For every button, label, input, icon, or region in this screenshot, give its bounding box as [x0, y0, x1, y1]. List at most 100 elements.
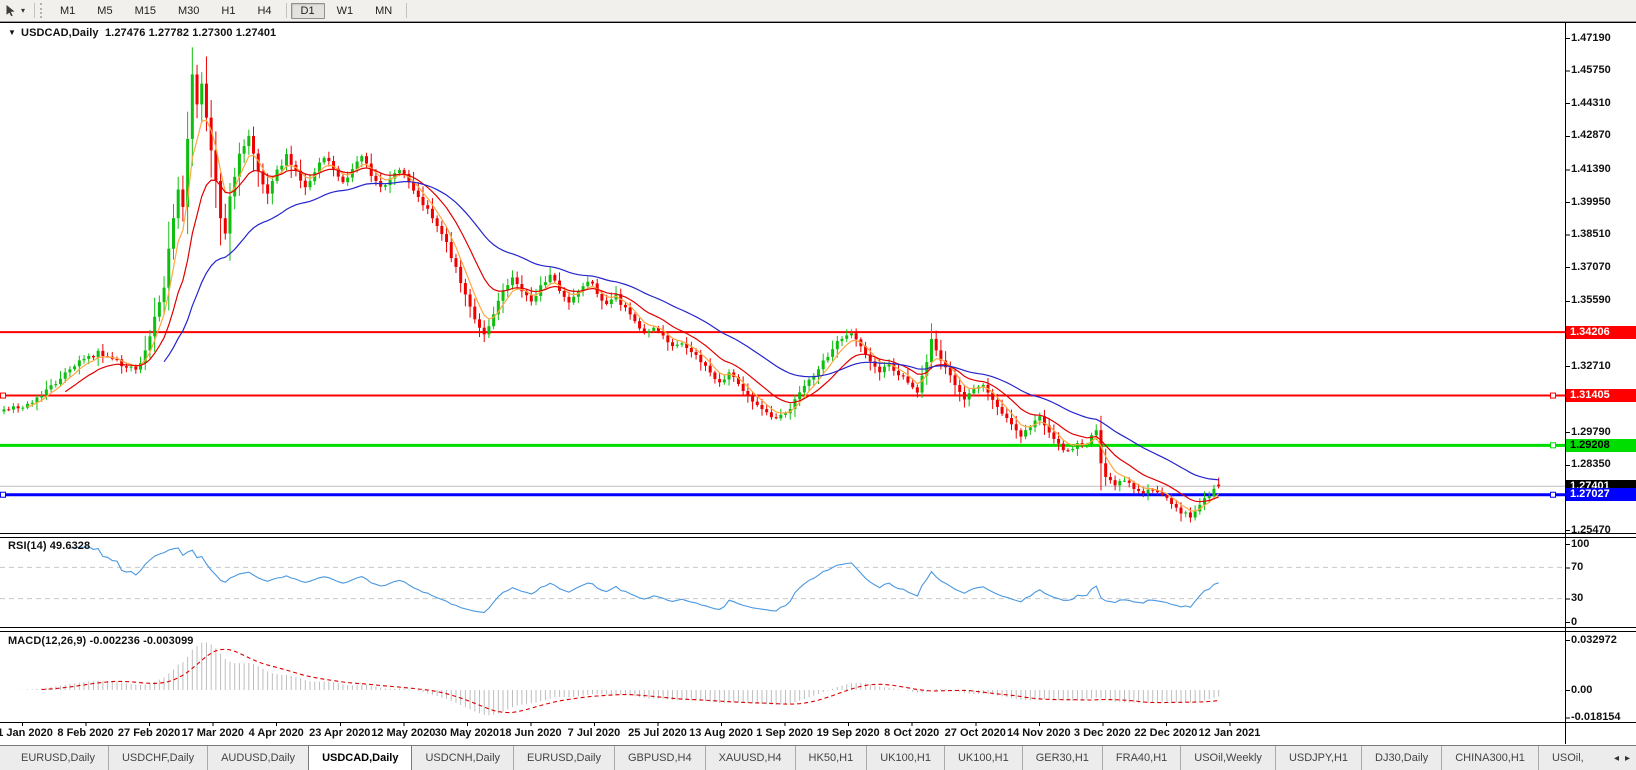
date-tick-label: 13 Aug 2020: [689, 727, 753, 739]
chart-tab-ger30-h1[interactable]: GER30,H1: [1021, 746, 1102, 770]
price-tick-label: 1.41390: [1571, 162, 1611, 175]
timeframe-button-m30[interactable]: M30: [168, 3, 209, 19]
chart-tab-china300-h1[interactable]: CHINA300,H1: [1441, 746, 1538, 770]
timeframe-button-group: M1 M5 M15 M30 H1 H4 D1 W1 MN: [49, 2, 410, 19]
date-tick-label: 27 Feb 2020: [117, 727, 181, 739]
timeframe-button-h4[interactable]: H4: [247, 3, 281, 19]
date-tick-label: 8 Oct 2020: [884, 727, 940, 739]
date-tick-label: 22 Dec 2020: [1134, 727, 1198, 739]
macd-pane-title: MACD(12,26,9) -0.002236 -0.003099: [8, 635, 194, 647]
chart-title: ▼ USDCAD,Daily 1.27476 1.27782 1.27300 1.…: [8, 27, 276, 39]
timeframe-button-m15[interactable]: M15: [125, 3, 166, 19]
price-line-label: 1.34206: [1566, 325, 1636, 339]
date-tick-label: 14 Nov 2020: [1006, 727, 1071, 739]
date-tick-label: 3 Dec 2020: [1073, 727, 1131, 739]
macd-layer: [8, 642, 1220, 716]
chart-tab-uk100-h1[interactable]: UK100,H1: [943, 746, 1022, 770]
chart-canvas[interactable]: [0, 0, 1636, 770]
timeframe-button-w1[interactable]: W1: [327, 3, 364, 19]
horizontal-level-lines: [0, 331, 1565, 498]
chart-tab-bar: EURUSD,Daily USDCHF,Daily AUDUSD,Daily USDC…: [0, 745, 1636, 770]
timeframe-button-mn[interactable]: MN: [365, 3, 402, 19]
toolbar-separator: [406, 3, 408, 18]
macd-tick-label: -0.018154: [1571, 711, 1621, 724]
toolbar-drag-handle[interactable]: [40, 3, 46, 18]
chart-tab-usdjpy-h1[interactable]: USDJPY,H1: [1274, 746, 1361, 770]
date-tick-label: 12 Jan 2021: [1198, 727, 1261, 739]
chart-tab-eurusd-daily[interactable]: EURUSD,Daily: [8, 746, 108, 770]
tabs-scroll-left-button[interactable]: ◂: [1614, 753, 1619, 764]
date-tick-label: 7 Jul 2020: [567, 727, 621, 739]
chart-tab-fra40-h1[interactable]: FRA40,H1: [1101, 746, 1180, 770]
date-tick-label: 21 Jan 2020: [0, 727, 53, 739]
chart-tab-dj30-daily[interactable]: DJ30,Daily: [1361, 746, 1441, 770]
chart-tab-xauusd-h4[interactable]: XAUUSD,H4: [704, 746, 795, 770]
timeframe-button-m5[interactable]: M5: [87, 3, 122, 19]
date-tick-label: 4 Apr 2020: [248, 727, 304, 739]
chart-tab-uk100-h1[interactable]: UK100,H1: [866, 746, 944, 770]
toolbar-separator: [34, 3, 36, 18]
tab-scroll-buttons: ◂ ▸: [1609, 746, 1634, 770]
chart-menu-triangle-icon[interactable]: ▼: [8, 28, 16, 37]
moving-average-layer: [27, 119, 1220, 512]
date-tick-label: 19 Sep 2020: [816, 727, 880, 739]
date-tick-label: 27 Oct 2020: [944, 727, 1006, 739]
date-tick-label: 18 Jun 2020: [499, 727, 562, 739]
chart-tab-audusd-daily[interactable]: AUDUSD,Daily: [207, 746, 308, 770]
level-line-handle: [0, 491, 6, 498]
cursor-icon: [6, 5, 15, 17]
chart-tab-hk50-h1[interactable]: HK50,H1: [794, 746, 867, 770]
price-tick-label: 1.39950: [1571, 195, 1611, 208]
chart-tab-eurusd-daily[interactable]: EURUSD,Daily: [513, 746, 614, 770]
chart-tab-usdcad-daily[interactable]: USDCAD,Daily: [308, 746, 413, 770]
timeframe-button-m1[interactable]: M1: [50, 3, 85, 19]
price-line-label: 1.27027: [1566, 488, 1636, 502]
price-line-label: 1.29208: [1566, 438, 1636, 452]
date-tick-label: 17 Mar 2020: [181, 727, 244, 739]
rsi-tick-label: 70: [1571, 560, 1584, 573]
rsi-tick-label: 100: [1571, 537, 1590, 550]
rsi-tick-label: 30: [1571, 592, 1584, 605]
price-tick-label: 1.45750: [1571, 64, 1611, 77]
date-tick-label: 8 Feb 2020: [57, 727, 114, 739]
chart-tab-usdcnh-daily[interactable]: USDCNH,Daily: [412, 746, 513, 770]
date-tick-label: 30 May 2020: [434, 727, 499, 739]
timeframe-button-d1[interactable]: D1: [290, 2, 325, 19]
level-line-handle: [1550, 392, 1556, 399]
price-tick-label: 1.44310: [1571, 96, 1611, 109]
chart-tab-gbpusd-h4[interactable]: GBPUSD,H4: [614, 746, 705, 770]
rsi-pane-title: RSI(14) 49.6328: [8, 540, 91, 552]
chart-symbol-label: USDCAD,Daily: [21, 27, 99, 39]
toolbar-separator: [285, 3, 287, 18]
timeframe-button-h1[interactable]: H1: [211, 3, 245, 19]
price-tick-label: 1.42870: [1571, 129, 1611, 142]
macd-tick-label: 0.00: [1571, 683, 1593, 696]
chart-ohlc-label: 1.27476 1.27782 1.27300 1.27401: [104, 27, 277, 39]
chart-tab-usoil-[interactable]: USOil,: [1537, 746, 1597, 770]
level-line-handle: [1550, 491, 1556, 498]
price-tick-label: 1.35590: [1571, 294, 1611, 307]
cursor-tool-button[interactable]: ▾: [0, 1, 31, 21]
date-tick-label: 25 Jul 2020: [628, 727, 687, 739]
price-tick-label: 1.29790: [1571, 425, 1611, 438]
price-tick-label: 1.32710: [1571, 359, 1611, 372]
price-line-label: 1.31405: [1566, 389, 1636, 403]
price-tick-label: 1.28350: [1571, 458, 1611, 471]
price-tick-label: 1.37070: [1571, 260, 1611, 273]
candlestick-layer: [2, 47, 1221, 523]
price-tick-label: 1.47190: [1571, 31, 1611, 44]
chart-tab-usoil-weekly[interactable]: USOil,Weekly: [1180, 746, 1275, 770]
level-line-handle: [1550, 442, 1556, 449]
date-tick-label: 12 May 2020: [371, 727, 436, 739]
date-tick-label: 23 Apr 2020: [309, 727, 371, 739]
date-tick-label: 1 Sep 2020: [756, 727, 814, 739]
chart-tab-list: EURUSD,Daily USDCHF,Daily AUDUSD,Daily USDC…: [0, 746, 1597, 770]
price-tick-label: 1.38510: [1571, 228, 1611, 241]
level-line-handle: [0, 392, 6, 399]
chevron-down-icon[interactable]: ▾: [19, 6, 27, 15]
chart-tab-usdchf-daily[interactable]: USDCHF,Daily: [107, 746, 207, 770]
rsi-tick-label: 0: [1571, 615, 1578, 628]
toolbar: ▾ M1 M5 M15 M30 H1 H4 D1 W1 MN: [0, 0, 1636, 22]
tabs-scroll-right-button[interactable]: ▸: [1625, 753, 1630, 764]
macd-tick-label: 0.032972: [1571, 633, 1617, 646]
